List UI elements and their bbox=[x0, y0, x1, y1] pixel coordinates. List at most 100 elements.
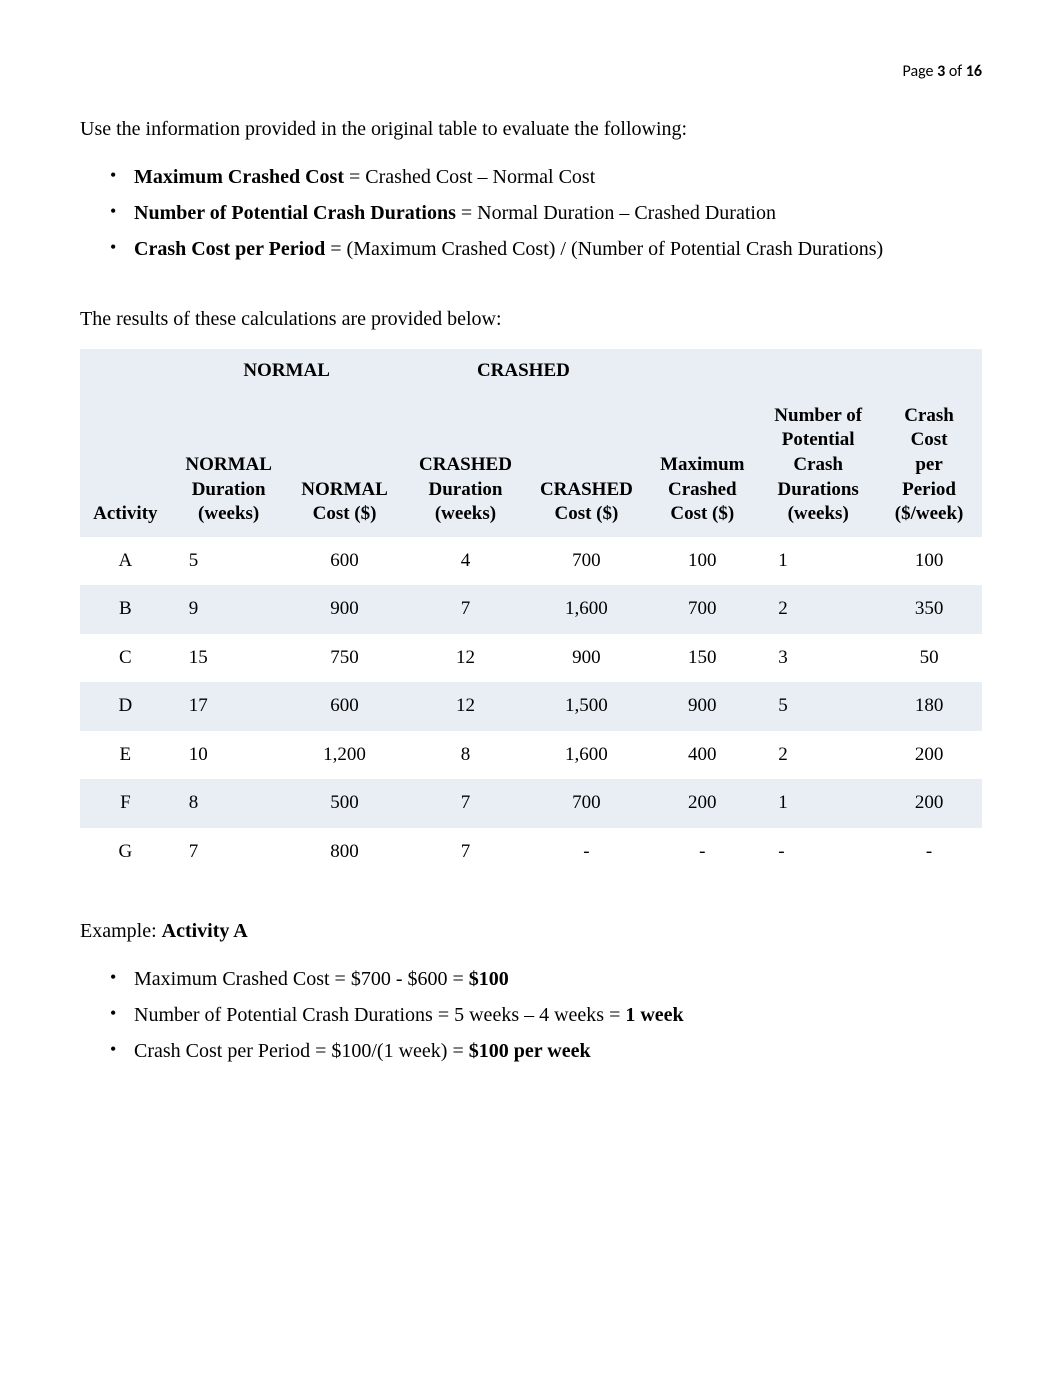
header-normal-cost: NORMALCost ($) bbox=[287, 394, 403, 537]
cell-norm-dur: 9 bbox=[171, 585, 287, 634]
cell-activity: G bbox=[80, 828, 171, 877]
cell-norm-dur: 15 bbox=[171, 634, 287, 683]
table-body: A 5 600 4 700 100 1 100 B 9 900 7 1,600 … bbox=[80, 537, 982, 877]
cell-crash-dur: 12 bbox=[402, 634, 528, 683]
cell-activity: F bbox=[80, 779, 171, 828]
cell-max-crash: 100 bbox=[644, 537, 760, 586]
cell-norm-cost: 1,200 bbox=[287, 731, 403, 780]
formula-list: Maximum Crashed Cost = Crashed Cost – No… bbox=[80, 162, 982, 264]
cell-norm-cost: 800 bbox=[287, 828, 403, 877]
formula-term: Number of Potential Crash Durations bbox=[134, 202, 456, 224]
cell-crash-per: 100 bbox=[876, 537, 982, 586]
example-text: Number of Potential Crash Durations = 5 … bbox=[134, 1004, 625, 1026]
table-row: F 8 500 7 700 200 1 200 bbox=[80, 779, 982, 828]
cell-crash-per: 50 bbox=[876, 634, 982, 683]
header-activity: Activity bbox=[80, 394, 171, 537]
cell-num-pot: 1 bbox=[760, 537, 876, 586]
cell-crash-cost: 900 bbox=[528, 634, 644, 683]
cell-crash-dur: 12 bbox=[402, 682, 528, 731]
cell-max-crash: 700 bbox=[644, 585, 760, 634]
cell-crash-cost: - bbox=[528, 828, 644, 877]
intro-text: Use the information provided in the orig… bbox=[80, 114, 982, 144]
example-bold: 1 week bbox=[625, 1004, 683, 1026]
example-heading: Example: Activity A bbox=[80, 916, 982, 946]
blank-header bbox=[644, 349, 760, 394]
example-list: Maximum Crashed Cost = $700 - $600 = $10… bbox=[80, 964, 982, 1066]
cell-crash-cost: 700 bbox=[528, 537, 644, 586]
blank-header bbox=[80, 349, 171, 394]
example-prefix: Example: bbox=[80, 920, 162, 942]
cell-norm-cost: 900 bbox=[287, 585, 403, 634]
page-number: Page 3 of 16 bbox=[80, 60, 982, 84]
page-label: Page bbox=[903, 62, 938, 81]
cell-crash-cost: 700 bbox=[528, 779, 644, 828]
cell-crash-dur: 7 bbox=[402, 585, 528, 634]
header-crashed-duration: CRASHEDDuration(weeks) bbox=[402, 394, 528, 537]
formula-term: Crash Cost per Period bbox=[134, 238, 325, 260]
group-header-normal: NORMAL bbox=[171, 349, 403, 394]
header-num-potential: Number ofPotentialCrashDurations(weeks) bbox=[760, 394, 876, 537]
example-item: Number of Potential Crash Durations = 5 … bbox=[110, 1000, 982, 1030]
cell-crash-cost: 1,600 bbox=[528, 731, 644, 780]
cell-max-crash: 150 bbox=[644, 634, 760, 683]
header-crash-cost-per: CrashCostperPeriod($/week) bbox=[876, 394, 982, 537]
table-row: G 7 800 7 - - - - bbox=[80, 828, 982, 877]
table-row: C 15 750 12 900 150 3 50 bbox=[80, 634, 982, 683]
table-row: E 10 1,200 8 1,600 400 2 200 bbox=[80, 731, 982, 780]
cell-activity: B bbox=[80, 585, 171, 634]
header-crashed-cost: CRASHEDCost ($) bbox=[528, 394, 644, 537]
results-table: NORMAL CRASHED Activity NORMALDuration(w… bbox=[80, 349, 982, 876]
formula-def: = Normal Duration – Crashed Duration bbox=[456, 202, 776, 224]
header-normal-duration: NORMALDuration(weeks) bbox=[171, 394, 287, 537]
results-text: The results of these calculations are pr… bbox=[80, 304, 982, 334]
cell-max-crash: 200 bbox=[644, 779, 760, 828]
cell-norm-dur: 10 bbox=[171, 731, 287, 780]
cell-crash-dur: 4 bbox=[402, 537, 528, 586]
cell-crash-per: - bbox=[876, 828, 982, 877]
cell-max-crash: 900 bbox=[644, 682, 760, 731]
formula-item: Crash Cost per Period = (Maximum Crashed… bbox=[110, 234, 982, 264]
cell-activity: D bbox=[80, 682, 171, 731]
example-text: Maximum Crashed Cost = $700 - $600 = bbox=[134, 968, 469, 990]
cell-num-pot: 5 bbox=[760, 682, 876, 731]
blank-header bbox=[876, 349, 982, 394]
cell-num-pot: 3 bbox=[760, 634, 876, 683]
example-item: Maximum Crashed Cost = $700 - $600 = $10… bbox=[110, 964, 982, 994]
cell-num-pot: 2 bbox=[760, 585, 876, 634]
cell-activity: A bbox=[80, 537, 171, 586]
results-table-container: NORMAL CRASHED Activity NORMALDuration(w… bbox=[80, 349, 982, 876]
cell-norm-cost: 600 bbox=[287, 682, 403, 731]
page-of: of bbox=[945, 62, 966, 81]
header-max-crashed: MaximumCrashedCost ($) bbox=[644, 394, 760, 537]
cell-crash-per: 180 bbox=[876, 682, 982, 731]
cell-crash-per: 200 bbox=[876, 779, 982, 828]
table-row: B 9 900 7 1,600 700 2 350 bbox=[80, 585, 982, 634]
cell-norm-dur: 8 bbox=[171, 779, 287, 828]
cell-activity: C bbox=[80, 634, 171, 683]
cell-num-pot: 1 bbox=[760, 779, 876, 828]
example-activity: Activity A bbox=[162, 920, 248, 942]
example-bold: $100 per week bbox=[469, 1040, 591, 1062]
formula-item: Maximum Crashed Cost = Crashed Cost – No… bbox=[110, 162, 982, 192]
formula-def: = Crashed Cost – Normal Cost bbox=[344, 166, 595, 188]
cell-crash-dur: 7 bbox=[402, 779, 528, 828]
blank-header bbox=[760, 349, 876, 394]
cell-num-pot: 2 bbox=[760, 731, 876, 780]
formula-term: Maximum Crashed Cost bbox=[134, 166, 344, 188]
cell-norm-cost: 500 bbox=[287, 779, 403, 828]
page-current: 3 bbox=[937, 62, 945, 81]
table-row: D 17 600 12 1,500 900 5 180 bbox=[80, 682, 982, 731]
table-row: A 5 600 4 700 100 1 100 bbox=[80, 537, 982, 586]
cell-crash-cost: 1,500 bbox=[528, 682, 644, 731]
example-bold: $100 bbox=[469, 968, 509, 990]
cell-activity: E bbox=[80, 731, 171, 780]
cell-crash-cost: 1,600 bbox=[528, 585, 644, 634]
cell-norm-cost: 600 bbox=[287, 537, 403, 586]
group-header-crashed: CRASHED bbox=[402, 349, 644, 394]
cell-crash-dur: 7 bbox=[402, 828, 528, 877]
cell-max-crash: 400 bbox=[644, 731, 760, 780]
example-text: Crash Cost per Period = $100/(1 week) = bbox=[134, 1040, 469, 1062]
cell-num-pot: - bbox=[760, 828, 876, 877]
page-total: 16 bbox=[966, 62, 982, 81]
formula-item: Number of Potential Crash Durations = No… bbox=[110, 198, 982, 228]
